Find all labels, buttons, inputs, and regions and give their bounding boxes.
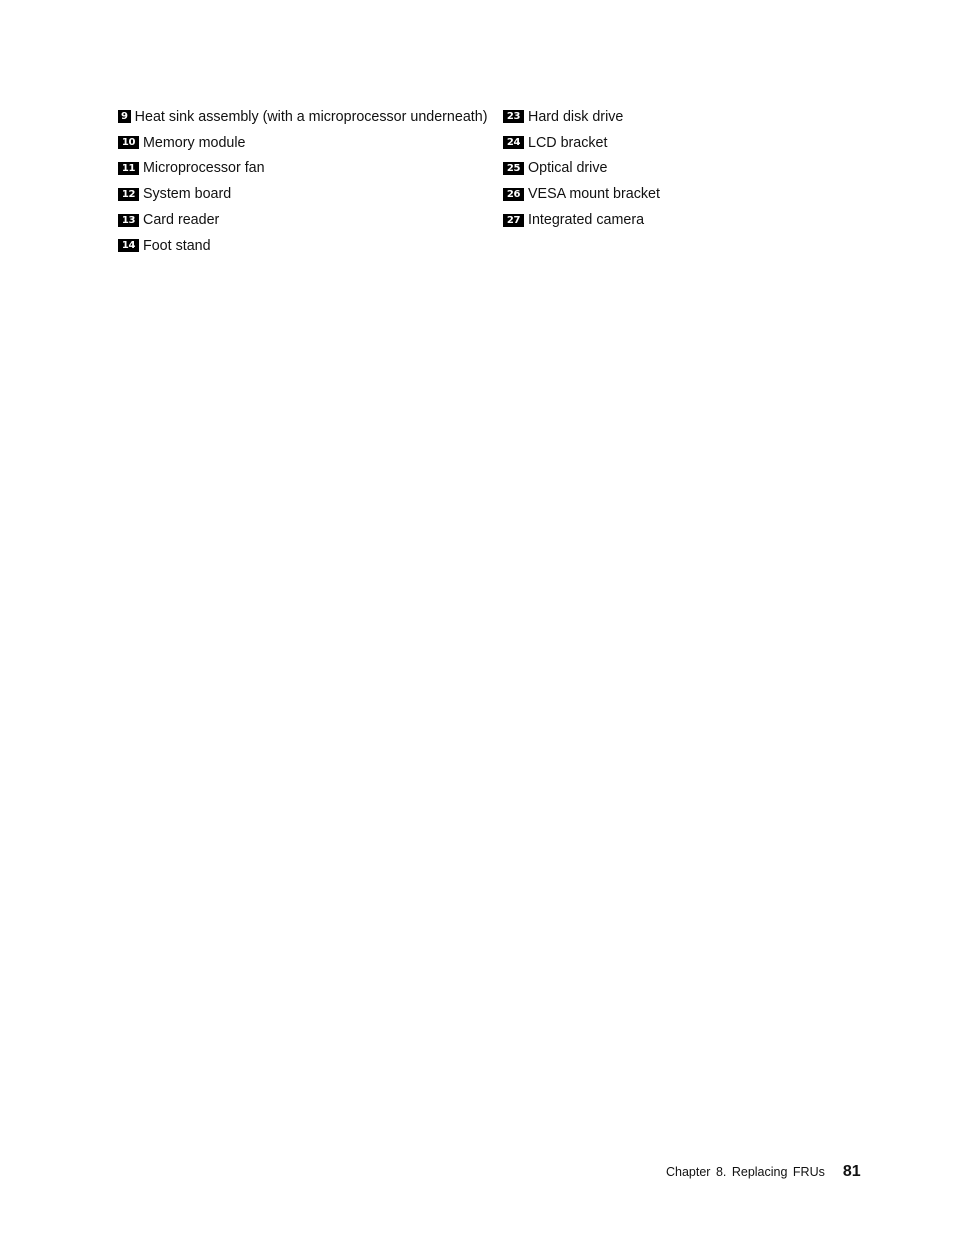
callout-number-badge: 13: [118, 213, 139, 227]
legend-item: 23 Hard disk drive: [503, 104, 660, 130]
legend-label: Memory module: [143, 134, 246, 151]
legend-item: 9 Heat sink assembly (with a microproces…: [118, 104, 487, 130]
legend-item: 14 Foot stand: [118, 233, 487, 259]
legend-item: 25 Optical drive: [503, 156, 660, 182]
page-number: 81: [842, 1163, 861, 1180]
legend-left-column: 9 Heat sink assembly (with a microproces…: [118, 104, 487, 259]
callout-number-badge: 14: [118, 239, 139, 253]
callout-number-badge: 24: [503, 136, 524, 150]
legend-label: Hard disk drive: [528, 108, 624, 125]
chapter-title: Chapter 8. Replacing FRUs: [666, 1165, 825, 1179]
legend-label: Microprocessor fan: [143, 160, 265, 177]
legend-item: 12 System board: [118, 181, 487, 207]
callout-number-badge: 9: [118, 110, 131, 124]
legend-label: Optical drive: [528, 160, 608, 177]
legend-label: Foot stand: [143, 237, 211, 254]
legend-item: 11 Microprocessor fan: [118, 156, 487, 182]
legend-label: Integrated camera: [528, 212, 645, 229]
page-footer: Chapter 8. Replacing FRUs 81: [666, 1163, 861, 1181]
legend-item: 10 Memory module: [118, 130, 487, 156]
callout-number-badge: 11: [118, 161, 139, 175]
callout-number-badge: 27: [503, 213, 524, 227]
callout-number-badge: 25: [503, 161, 524, 175]
callout-number-badge: 23: [503, 110, 524, 124]
legend-item: 13 Card reader: [118, 207, 487, 233]
legend-item: 26 VESA mount bracket: [503, 181, 660, 207]
legend-label: Card reader: [143, 212, 220, 229]
legend-item: 24 LCD bracket: [503, 130, 660, 156]
legend-right-column: 23 Hard disk drive 24 LCD bracket 25 Opt…: [503, 104, 660, 233]
legend-label: System board: [143, 186, 232, 203]
legend-label: VESA mount bracket: [528, 186, 660, 203]
legend-label: Heat sink assembly (with a microprocesso…: [134, 108, 488, 125]
legend-item: 27 Integrated camera: [503, 207, 660, 233]
legend-label: LCD bracket: [528, 134, 608, 151]
callout-number-badge: 12: [118, 187, 139, 201]
callout-number-badge: 10: [118, 136, 139, 150]
callout-number-badge: 26: [503, 187, 524, 201]
